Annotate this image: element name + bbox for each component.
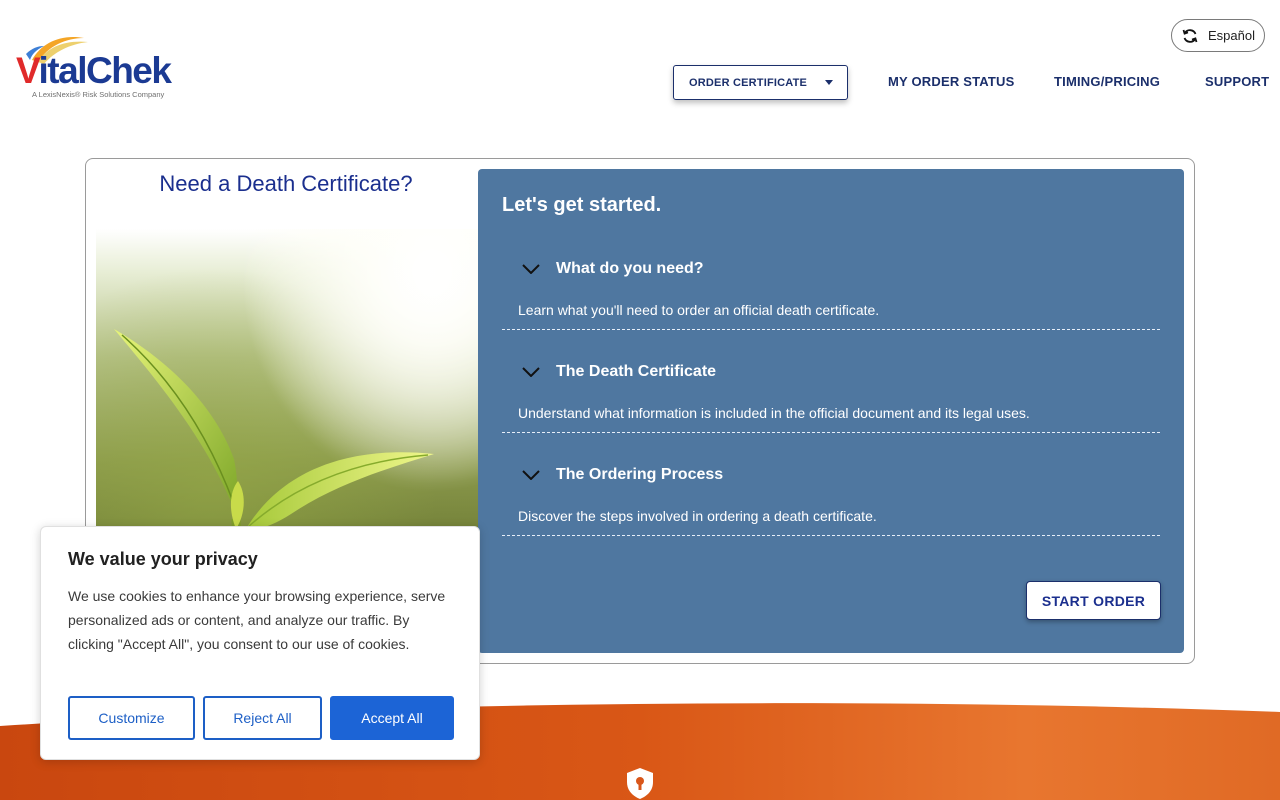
start-order-button[interactable]: START ORDER: [1026, 581, 1161, 620]
customize-button[interactable]: Customize: [68, 696, 195, 740]
accordion-title: The Death Certificate: [556, 363, 717, 380]
logo-tagline: A LexisNexis® Risk Solutions Company: [32, 90, 165, 99]
security-shield-icon: [627, 768, 653, 799]
logo-wordmark: VitalChek: [16, 50, 172, 91]
order-certificate-dropdown[interactable]: ORDER CERTIFICATE: [673, 65, 848, 100]
language-label: Español: [1208, 28, 1255, 43]
accordion-item-the-ordering-process[interactable]: The Ordering Process Discover the steps …: [502, 466, 1160, 536]
accordion-title: What do you need?: [556, 260, 704, 277]
nav-my-order-status[interactable]: MY ORDER STATUS: [888, 74, 1015, 89]
main-navigation: ORDER CERTIFICATE MY ORDER STATUS TIMING…: [673, 65, 1269, 100]
nav-timing-pricing[interactable]: TIMING/PRICING: [1054, 74, 1160, 89]
chevron-down-icon: [522, 264, 540, 274]
accordion-description: Discover the steps involved in ordering …: [518, 508, 877, 524]
getting-started-panel: Let's get started. What do you need? Lea…: [478, 169, 1184, 653]
chevron-down-icon: [522, 367, 540, 377]
nav-support[interactable]: SUPPORT: [1205, 74, 1269, 89]
accordion-title: The Ordering Process: [556, 466, 724, 483]
cookie-title: We value your privacy: [68, 549, 258, 569]
page-title: Need a Death Certificate?: [159, 171, 413, 196]
caret-down-icon: [825, 80, 833, 85]
chevron-down-icon: [522, 470, 540, 480]
panel-title: Let's get started.: [502, 194, 662, 216]
accept-all-button[interactable]: Accept All: [330, 696, 454, 740]
vitalchek-logo[interactable]: VitalChek A LexisNexis® Risk Solutions C…: [14, 34, 186, 102]
refresh-icon: [1182, 28, 1198, 43]
cookie-text: We use cookies to enhance your browsing …: [68, 588, 446, 652]
cookie-consent-dialog: We value your privacy We use cookies to …: [40, 526, 480, 760]
accordion-description: Learn what you'll need to order an offic…: [518, 302, 880, 318]
accordion-description: Understand what information is included …: [518, 405, 1030, 421]
accordion-item-the-death-certificate[interactable]: The Death Certificate Understand what in…: [502, 363, 1160, 433]
language-toggle-button[interactable]: Español: [1171, 19, 1265, 52]
order-certificate-label: ORDER CERTIFICATE: [689, 76, 808, 89]
reject-all-button[interactable]: Reject All: [203, 696, 322, 740]
accordion-item-what-do-you-need[interactable]: What do you need? Learn what you'll need…: [502, 260, 1160, 330]
